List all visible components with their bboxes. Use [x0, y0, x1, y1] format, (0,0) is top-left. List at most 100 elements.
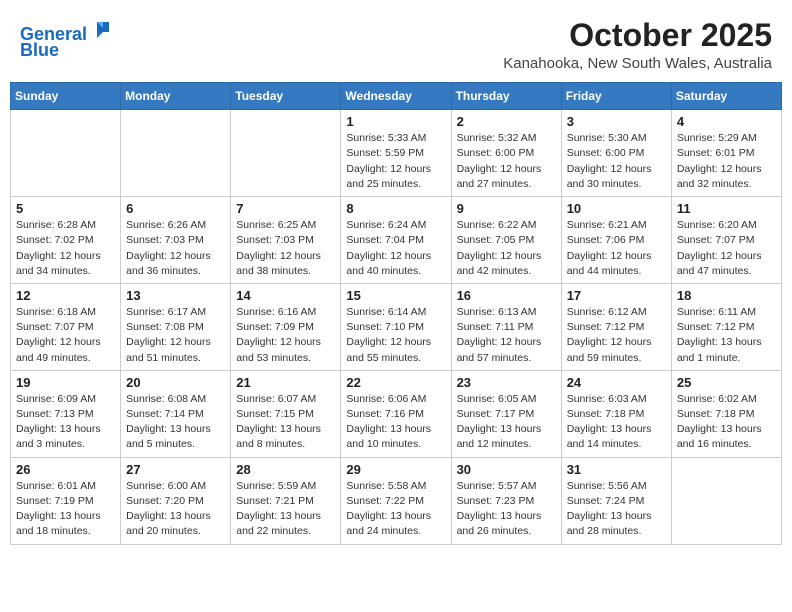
day-number: 25: [677, 375, 776, 390]
day-info: Sunrise: 6:13 AM Sunset: 7:11 PM Dayligh…: [457, 305, 556, 366]
calendar-cell: [231, 110, 341, 197]
day-number: 23: [457, 375, 556, 390]
page-header: General Blue October 2025 Kanahooka, New…: [10, 10, 782, 78]
day-info: Sunrise: 6:20 AM Sunset: 7:07 PM Dayligh…: [677, 218, 776, 279]
day-number: 7: [236, 201, 335, 216]
day-info: Sunrise: 6:08 AM Sunset: 7:14 PM Dayligh…: [126, 392, 225, 453]
weekday-header-wednesday: Wednesday: [341, 83, 451, 110]
day-info: Sunrise: 6:17 AM Sunset: 7:08 PM Dayligh…: [126, 305, 225, 366]
day-info: Sunrise: 6:25 AM Sunset: 7:03 PM Dayligh…: [236, 218, 335, 279]
calendar-cell: 7 Sunrise: 6:25 AM Sunset: 7:03 PM Daylig…: [231, 197, 341, 284]
calendar-cell: 27Sunrise: 6:00 AM Sunset: 7:20 PM Dayli…: [121, 457, 231, 544]
calendar-cell: 23 Sunrise: 6:05 AM Sunset: 7:17 PM Dayli…: [451, 370, 561, 457]
calendar-cell: 5Sunrise: 6:28 AM Sunset: 7:02 PM Daylig…: [11, 197, 121, 284]
day-number: 14: [236, 288, 335, 303]
calendar-cell: 20 Sunrise: 6:08 AM Sunset: 7:14 PM Dayli…: [121, 370, 231, 457]
calendar-cell: 18 Sunrise: 6:11 AM Sunset: 7:12 PM Dayli…: [671, 283, 781, 370]
weekday-header-row: SundayMondayTuesdayWednesdayThursdayFrid…: [11, 83, 782, 110]
day-number: 12: [16, 288, 115, 303]
weekday-header-thursday: Thursday: [451, 83, 561, 110]
weekday-header-saturday: Saturday: [671, 83, 781, 110]
calendar-cell: 15 Sunrise: 6:14 AM Sunset: 7:10 PM Dayli…: [341, 283, 451, 370]
calendar-cell: 13Sunrise: 6:17 AM Sunset: 7:08 PM Dayli…: [121, 283, 231, 370]
calendar-cell: 25 Sunrise: 6:02 AM Sunset: 7:18 PM Dayli…: [671, 370, 781, 457]
day-number: 21: [236, 375, 335, 390]
calendar-week-row: 26 Sunrise: 6:01 AM Sunset: 7:19 PM Dayli…: [11, 457, 782, 544]
calendar-cell: 12 Sunrise: 6:18 AM Sunset: 7:07 PM Dayli…: [11, 283, 121, 370]
calendar-cell: 3 Sunrise: 5:30 AM Sunset: 6:00 PM Daylig…: [561, 110, 671, 197]
day-number: 15: [346, 288, 445, 303]
day-info: Sunrise: 6:16 AM Sunset: 7:09 PM Dayligh…: [236, 305, 335, 366]
day-number: 26: [16, 462, 115, 477]
weekday-header-friday: Friday: [561, 83, 671, 110]
calendar-cell: 26 Sunrise: 6:01 AM Sunset: 7:19 PM Dayli…: [11, 457, 121, 544]
day-number: 10: [567, 201, 666, 216]
day-number: 29: [346, 462, 445, 477]
calendar-cell: 21 Sunrise: 6:07 AM Sunset: 7:15 PM Dayli…: [231, 370, 341, 457]
day-number: 11: [677, 201, 776, 216]
calendar-cell: 30 Sunrise: 5:57 AM Sunset: 7:23 PM Dayli…: [451, 457, 561, 544]
day-number: 1: [346, 114, 445, 129]
calendar-cell: 11 Sunrise: 6:20 AM Sunset: 7:07 PM Dayli…: [671, 197, 781, 284]
day-info: Sunrise: 5:30 AM Sunset: 6:00 PM Dayligh…: [567, 131, 666, 192]
day-info: Sunrise: 5:33 AM Sunset: 5:59 PM Dayligh…: [346, 131, 445, 192]
calendar-cell: 16 Sunrise: 6:13 AM Sunset: 7:11 PM Dayli…: [451, 283, 561, 370]
day-info: Sunrise: 6:22 AM Sunset: 7:05 PM Dayligh…: [457, 218, 556, 279]
calendar-cell: 28 Sunrise: 5:59 AM Sunset: 7:21 PM Dayli…: [231, 457, 341, 544]
calendar-cell: 1 Sunrise: 5:33 AM Sunset: 5:59 PM Daylig…: [341, 110, 451, 197]
day-info: Sunrise: 6:11 AM Sunset: 7:12 PM Dayligh…: [677, 305, 776, 366]
logo-icon: [89, 18, 111, 40]
day-info: Sunrise: 5:32 AM Sunset: 6:00 PM Dayligh…: [457, 131, 556, 192]
day-info: Sunrise: 6:18 AM Sunset: 7:07 PM Dayligh…: [16, 305, 115, 366]
day-info: Sunrise: 6:09 AM Sunset: 7:13 PM Dayligh…: [16, 392, 115, 453]
title-block: October 2025 Kanahooka, New South Wales,…: [503, 18, 772, 72]
day-number: 22: [346, 375, 445, 390]
calendar-cell: 17 Sunrise: 6:12 AM Sunset: 7:12 PM Dayli…: [561, 283, 671, 370]
calendar-cell: 22 Sunrise: 6:06 AM Sunset: 7:16 PM Dayli…: [341, 370, 451, 457]
calendar-table: SundayMondayTuesdayWednesdayThursdayFrid…: [10, 82, 782, 544]
day-number: 9: [457, 201, 556, 216]
day-info: Sunrise: 5:59 AM Sunset: 7:21 PM Dayligh…: [236, 479, 335, 540]
calendar-subtitle: Kanahooka, New South Wales, Australia: [503, 55, 772, 72]
day-number: 31: [567, 462, 666, 477]
day-number: 20: [126, 375, 225, 390]
day-info: Sunrise: 6:12 AM Sunset: 7:12 PM Dayligh…: [567, 305, 666, 366]
day-info: Sunrise: 5:56 AM Sunset: 7:24 PM Dayligh…: [567, 479, 666, 540]
day-info: Sunrise: 6:21 AM Sunset: 7:06 PM Dayligh…: [567, 218, 666, 279]
calendar-cell: [671, 457, 781, 544]
day-info: Sunrise: 6:06 AM Sunset: 7:16 PM Dayligh…: [346, 392, 445, 453]
calendar-cell: 2 Sunrise: 5:32 AM Sunset: 6:00 PM Daylig…: [451, 110, 561, 197]
calendar-title: October 2025: [503, 18, 772, 53]
calendar-cell: [121, 110, 231, 197]
day-info: Sunrise: 6:03 AM Sunset: 7:18 PM Dayligh…: [567, 392, 666, 453]
day-number: 24: [567, 375, 666, 390]
calendar-week-row: 5Sunrise: 6:28 AM Sunset: 7:02 PM Daylig…: [11, 197, 782, 284]
day-number: 3: [567, 114, 666, 129]
calendar-cell: 31 Sunrise: 5:56 AM Sunset: 7:24 PM Dayli…: [561, 457, 671, 544]
day-info: Sunrise: 6:00 AM Sunset: 7:20 PM Dayligh…: [126, 479, 225, 540]
day-number: 18: [677, 288, 776, 303]
day-info: Sunrise: 6:01 AM Sunset: 7:19 PM Dayligh…: [16, 479, 115, 540]
day-info: Sunrise: 6:02 AM Sunset: 7:18 PM Dayligh…: [677, 392, 776, 453]
calendar-cell: 14 Sunrise: 6:16 AM Sunset: 7:09 PM Dayli…: [231, 283, 341, 370]
calendar-week-row: 1 Sunrise: 5:33 AM Sunset: 5:59 PM Daylig…: [11, 110, 782, 197]
day-number: 30: [457, 462, 556, 477]
day-info: Sunrise: 6:26 AM Sunset: 7:03 PM Dayligh…: [126, 218, 225, 279]
day-info: Sunrise: 5:58 AM Sunset: 7:22 PM Dayligh…: [346, 479, 445, 540]
calendar-cell: 9 Sunrise: 6:22 AM Sunset: 7:05 PM Daylig…: [451, 197, 561, 284]
day-info: Sunrise: 6:14 AM Sunset: 7:10 PM Dayligh…: [346, 305, 445, 366]
calendar-cell: 6 Sunrise: 6:26 AM Sunset: 7:03 PM Daylig…: [121, 197, 231, 284]
weekday-header-tuesday: Tuesday: [231, 83, 341, 110]
day-number: 2: [457, 114, 556, 129]
day-number: 8: [346, 201, 445, 216]
day-number: 16: [457, 288, 556, 303]
day-info: Sunrise: 6:05 AM Sunset: 7:17 PM Dayligh…: [457, 392, 556, 453]
calendar-cell: 29 Sunrise: 5:58 AM Sunset: 7:22 PM Dayli…: [341, 457, 451, 544]
day-number: 28: [236, 462, 335, 477]
day-number: 17: [567, 288, 666, 303]
calendar-cell: 8Sunrise: 6:24 AM Sunset: 7:04 PM Daylig…: [341, 197, 451, 284]
day-info: Sunrise: 5:57 AM Sunset: 7:23 PM Dayligh…: [457, 479, 556, 540]
day-info: Sunrise: 6:07 AM Sunset: 7:15 PM Dayligh…: [236, 392, 335, 453]
day-number: 6: [126, 201, 225, 216]
calendar-cell: [11, 110, 121, 197]
